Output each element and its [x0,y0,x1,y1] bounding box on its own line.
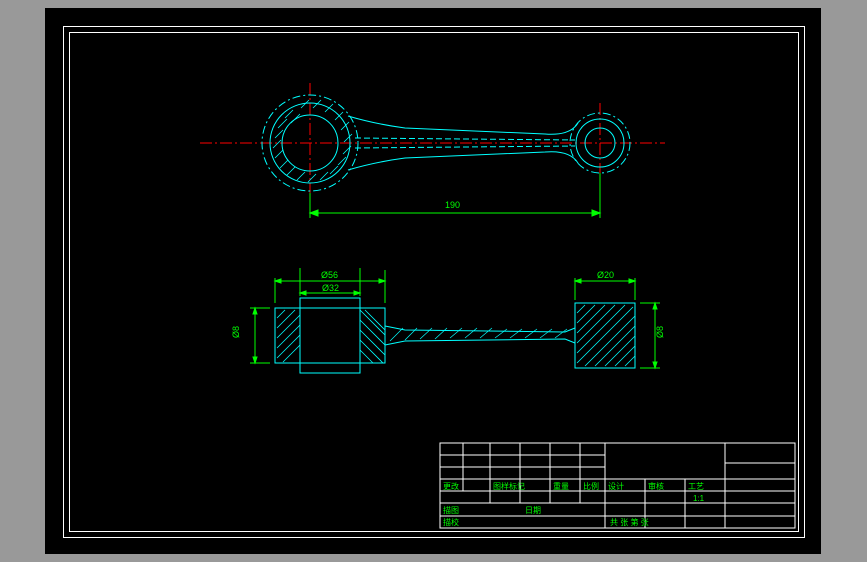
dim-56: Ø56 [321,270,338,280]
dim-20: Ø20 [597,270,614,280]
section-view: Ø56 Ø32 Ø20 Ø8 Ø8 [231,268,665,373]
tb-r4c2: 共 张 第 张 [610,517,649,527]
tb-r1c1: 更改 [443,481,459,491]
title-block: 更改 图样标记 重量 比例 设计 审核 工艺 1:1 描图 日期 描校 共 张 … [440,443,795,528]
cad-viewport: 190 [0,0,867,562]
tb-r1c3: 重量 [553,481,569,491]
drawing-canvas[interactable]: 190 [45,8,821,554]
tb-r3c2: 日期 [525,506,541,515]
tb-r1c4: 比例 [583,481,599,491]
tb-r1c2: 图样标记 [493,481,525,491]
drawing-svg: 190 [45,8,821,554]
tb-r2c3: 工艺 [688,482,704,491]
tb-r2c1: 设计 [608,481,624,491]
tb-r2c2: 审核 [648,481,664,491]
dim-h-left: Ø8 [231,326,241,338]
tb-scale: 1:1 [693,494,705,503]
dim-length [310,173,600,218]
tb-r4c1: 描校 [443,517,459,527]
dim-h-right: Ø8 [655,326,665,338]
dim-32: Ø32 [322,283,339,293]
tb-r3c1: 描图 [443,505,459,515]
dim-length-value: 190 [445,200,460,210]
